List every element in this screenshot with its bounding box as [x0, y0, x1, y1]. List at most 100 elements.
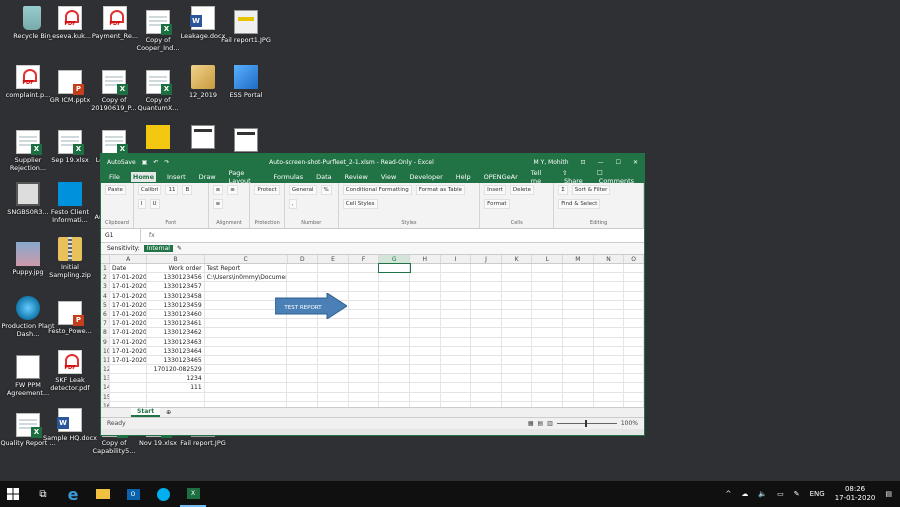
cell[interactable] — [205, 319, 288, 328]
cell[interactable] — [624, 383, 644, 392]
cell[interactable] — [624, 401, 644, 407]
cell[interactable] — [349, 365, 380, 374]
cell[interactable] — [441, 365, 472, 374]
cell[interactable] — [349, 319, 380, 328]
row-header[interactable]: 5 — [101, 300, 110, 309]
row-header[interactable]: 3 — [101, 282, 110, 291]
cell[interactable] — [502, 392, 533, 401]
cell[interactable] — [287, 264, 319, 273]
ribbon-button[interactable]: Sort & Filter — [571, 185, 611, 195]
skype-icon[interactable] — [150, 481, 176, 507]
ribbon-button[interactable]: Find & Select — [558, 199, 601, 209]
ribbon-button[interactable]: % — [320, 185, 332, 195]
notification-icon[interactable]: ▤ — [885, 490, 892, 498]
cell[interactable]: 1330123462 — [147, 328, 205, 337]
ribbon-button[interactable]: Format as Table — [415, 185, 466, 195]
cell[interactable] — [205, 355, 288, 365]
cell[interactable] — [471, 355, 502, 365]
column-header[interactable]: A — [110, 255, 148, 263]
cell[interactable] — [441, 374, 472, 383]
cell[interactable] — [624, 282, 644, 291]
cell[interactable] — [318, 355, 349, 365]
cell[interactable] — [471, 392, 502, 401]
cell[interactable] — [532, 291, 563, 300]
cell[interactable]: 170120-082529 — [147, 365, 205, 374]
ribbon-button[interactable]: Cell Styles — [342, 199, 378, 209]
maximize-button[interactable]: ☐ — [616, 159, 621, 166]
row-header[interactable]: 6 — [101, 309, 110, 319]
ribbon-button[interactable]: ≡ — [212, 199, 224, 209]
cell[interactable] — [563, 282, 594, 291]
cell[interactable] — [563, 337, 594, 346]
desktop-icon[interactable]: Fail report1.JPG — [218, 10, 274, 44]
cell[interactable]: 1330123457 — [147, 282, 205, 291]
cell[interactable] — [624, 392, 644, 401]
cell[interactable] — [147, 392, 205, 401]
tab-file[interactable]: File — [107, 172, 122, 182]
cell[interactable] — [624, 355, 644, 365]
cell[interactable] — [624, 374, 644, 383]
cell[interactable] — [349, 309, 380, 319]
task-view-icon[interactable]: ⧉ — [30, 481, 56, 507]
cell[interactable] — [594, 264, 625, 273]
cell[interactable] — [594, 355, 625, 365]
cell[interactable] — [624, 337, 644, 346]
network-icon[interactable]: ☁ — [741, 490, 748, 498]
row-header[interactable]: 9 — [101, 337, 110, 346]
tab-view[interactable]: View — [379, 172, 398, 182]
column-header[interactable]: D — [288, 255, 319, 263]
cell[interactable] — [318, 392, 349, 401]
cell[interactable] — [379, 383, 410, 392]
cell[interactable]: C:\Users\in0mmy\Documents\ — [205, 273, 288, 282]
column-header[interactable]: I — [441, 255, 472, 263]
cell[interactable] — [532, 365, 563, 374]
cell[interactable] — [594, 309, 625, 319]
cell[interactable] — [441, 282, 472, 291]
cell[interactable] — [287, 319, 319, 328]
formula-input[interactable] — [163, 229, 644, 242]
cell[interactable] — [532, 309, 563, 319]
cell[interactable] — [410, 282, 441, 291]
tab-draw[interactable]: Draw — [197, 172, 218, 182]
cell[interactable] — [379, 282, 410, 291]
cell[interactable] — [379, 309, 410, 319]
cell[interactable] — [379, 346, 410, 355]
cell[interactable] — [594, 337, 625, 346]
desktop-icon[interactable]: Initial Sampling.zip — [42, 237, 98, 279]
sheet-tab-start[interactable]: Start — [131, 408, 161, 417]
cell[interactable] — [410, 346, 441, 355]
cell[interactable] — [379, 273, 410, 282]
cell[interactable] — [441, 309, 472, 319]
row-header[interactable]: 1 — [101, 264, 110, 273]
cell[interactable]: 1330123456 — [147, 273, 205, 282]
pen-icon[interactable]: ✎ — [794, 490, 800, 498]
cell[interactable]: 1330123463 — [147, 337, 205, 346]
cell[interactable] — [318, 282, 349, 291]
cell[interactable] — [594, 374, 625, 383]
cell[interactable] — [532, 383, 563, 392]
user-name[interactable]: M Y, Mohith — [533, 159, 568, 166]
cell[interactable] — [205, 365, 288, 374]
cell[interactable] — [410, 319, 441, 328]
cell[interactable] — [594, 291, 625, 300]
cell[interactable] — [594, 319, 625, 328]
cell[interactable] — [532, 264, 563, 273]
cell[interactable] — [471, 264, 502, 273]
cell[interactable] — [532, 300, 563, 309]
cell[interactable] — [410, 300, 441, 309]
cell[interactable] — [205, 401, 288, 407]
row-header[interactable]: 15 — [101, 392, 110, 401]
ribbon-button[interactable]: , — [288, 199, 297, 209]
cell[interactable] — [441, 355, 472, 365]
cell[interactable]: 17-01-2020 — [110, 355, 148, 365]
row-header[interactable]: 16 — [101, 401, 110, 407]
cell[interactable] — [624, 291, 644, 300]
cell[interactable] — [502, 365, 533, 374]
cell[interactable] — [594, 365, 625, 374]
ribbon-button[interactable]: ≡ — [227, 185, 238, 195]
cell[interactable] — [349, 273, 380, 282]
cell[interactable] — [502, 319, 533, 328]
cell[interactable] — [563, 319, 594, 328]
cell[interactable]: 17-01-2020 — [110, 337, 148, 346]
cell[interactable] — [532, 374, 563, 383]
